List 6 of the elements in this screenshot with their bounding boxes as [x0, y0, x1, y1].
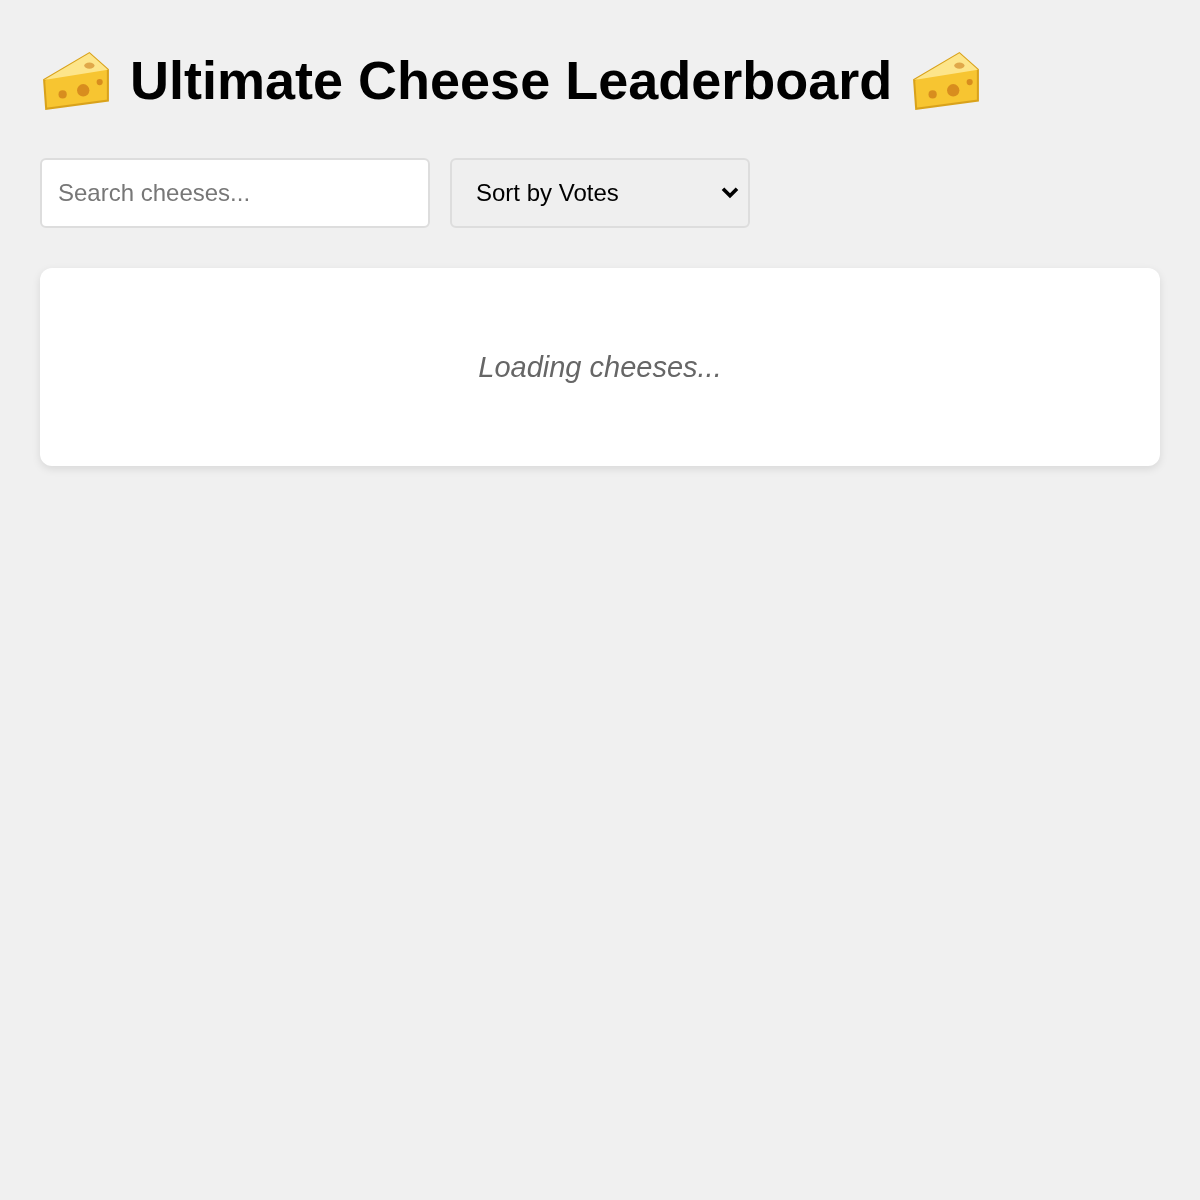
page-title: Ultimate Cheese Leaderboard [130, 49, 893, 111]
sort-dropdown[interactable]: Sort by Votes [450, 158, 750, 228]
chevron-icon [720, 186, 740, 200]
search-field[interactable]: Search cheeses... [40, 158, 430, 228]
cheese-icon [40, 49, 112, 111]
loading-message: Loading cheeses... [478, 350, 722, 384]
